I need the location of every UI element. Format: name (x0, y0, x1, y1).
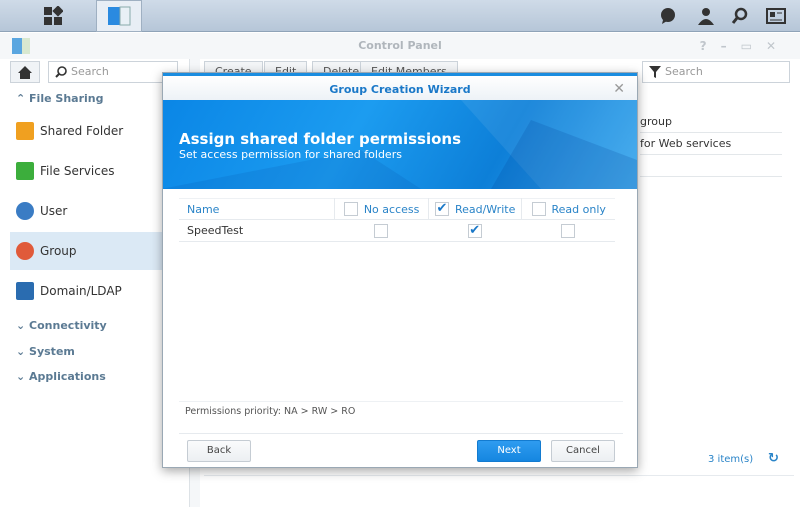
dialog-footer: Back Next Cancel (179, 433, 623, 462)
list-item[interactable]: group (640, 111, 782, 133)
column-read-write: ✔ Read/Write (427, 198, 522, 220)
column-name[interactable]: Name (179, 203, 334, 216)
folder-name: SpeedTest (187, 224, 244, 237)
domain-icon (16, 282, 34, 300)
wizard-subheading: Set access permission for shared folders (179, 148, 402, 161)
read-only-all-checkbox[interactable] (531, 202, 546, 216)
section-label: Connectivity (29, 319, 107, 332)
search-placeholder: Search (665, 65, 703, 78)
list-item[interactable] (640, 155, 782, 177)
item-count: 3 item(s) (708, 454, 754, 465)
list-item[interactable]: for Web services (640, 133, 782, 155)
sidebar-item-label: Shared Folder (40, 124, 124, 138)
wizard-heading: Assign shared folder permissions (179, 130, 461, 148)
search-button[interactable] (720, 0, 760, 32)
sidebar-item-label: User (40, 204, 68, 218)
chat-icon (661, 8, 675, 24)
main-menu-button[interactable] (30, 0, 76, 32)
section-label: File Sharing (29, 92, 104, 105)
widgets-button[interactable] (756, 0, 796, 32)
section-label: Applications (29, 370, 106, 383)
sidebar-item-label: Domain/LDAP (40, 284, 122, 298)
search-icon (55, 66, 67, 78)
filter-icon (649, 66, 661, 78)
back-button[interactable]: Back (187, 440, 251, 462)
section-connectivity[interactable]: ⌄ Connectivity (16, 319, 107, 332)
column-label: Read/Write (454, 202, 516, 216)
read-only-checkbox[interactable] (561, 223, 576, 238)
section-applications[interactable]: ⌄ Applications (16, 370, 106, 383)
column-no-access: No access (334, 198, 428, 220)
group-icon (16, 242, 34, 260)
notifications-button[interactable] (648, 0, 688, 32)
control-panel-taskbar-button[interactable] (96, 0, 142, 32)
control-panel-icon (12, 38, 30, 54)
sidebar-item-label: File Services (40, 164, 115, 178)
maximize-icon[interactable]: ▭ (741, 39, 766, 53)
taskbar (0, 0, 800, 32)
column-label: No access (363, 202, 420, 216)
no-access-checkbox[interactable] (374, 223, 389, 238)
widgets-icon (766, 8, 786, 24)
help-icon[interactable]: ? (700, 39, 721, 53)
close-icon[interactable]: ✕ (766, 39, 790, 53)
section-file-sharing[interactable]: ⌃ File Sharing (16, 92, 103, 105)
search-icon (731, 7, 748, 24)
no-access-all-checkbox[interactable] (343, 202, 358, 216)
table-header: Name No access ✔ Read/Write Read only (179, 198, 615, 220)
refresh-icon[interactable]: ↻ (768, 451, 779, 466)
file-services-icon (16, 162, 34, 180)
read-write-checkbox-checked[interactable]: ✔ (467, 223, 482, 238)
close-icon[interactable]: ✕ (613, 76, 625, 103)
sidebar-search-input[interactable]: Search (48, 61, 178, 83)
window-titlebar: Control Panel ?–▭✕ (0, 33, 800, 59)
column-label: Read only (551, 202, 606, 216)
column-read-only: Read only (521, 198, 615, 220)
sidebar-item-label: Group (40, 244, 77, 258)
user-icon (698, 8, 714, 25)
dialog-titlebar: Group Creation Wizard ✕ (163, 73, 637, 100)
wizard-banner: Assign shared folder permissions Set acc… (163, 100, 637, 189)
table-row: SpeedTest ✔ (179, 220, 615, 242)
home-icon (18, 65, 32, 79)
permissions-priority-note: Permissions priority: NA > RW > RO (179, 401, 623, 421)
read-write-all-checkbox-checked[interactable]: ✔ (434, 202, 449, 216)
section-label: System (29, 345, 75, 358)
search-placeholder: Search (71, 65, 109, 78)
group-creation-wizard-dialog: Group Creation Wizard ✕ Assign shared fol… (162, 72, 638, 468)
cancel-button[interactable]: Cancel (551, 440, 615, 462)
window-title: Control Panel (358, 39, 442, 52)
user-icon (16, 202, 34, 220)
filter-search-input[interactable]: Search (642, 61, 790, 83)
section-system[interactable]: ⌄ System (16, 345, 75, 358)
dialog-title: Group Creation Wizard (329, 83, 471, 96)
home-button[interactable] (10, 61, 40, 83)
folder-icon (16, 122, 34, 140)
minimize-icon[interactable]: – (721, 39, 741, 53)
grid-icon (44, 6, 63, 25)
next-button[interactable]: Next (477, 440, 541, 462)
control-panel-icon (108, 6, 131, 26)
